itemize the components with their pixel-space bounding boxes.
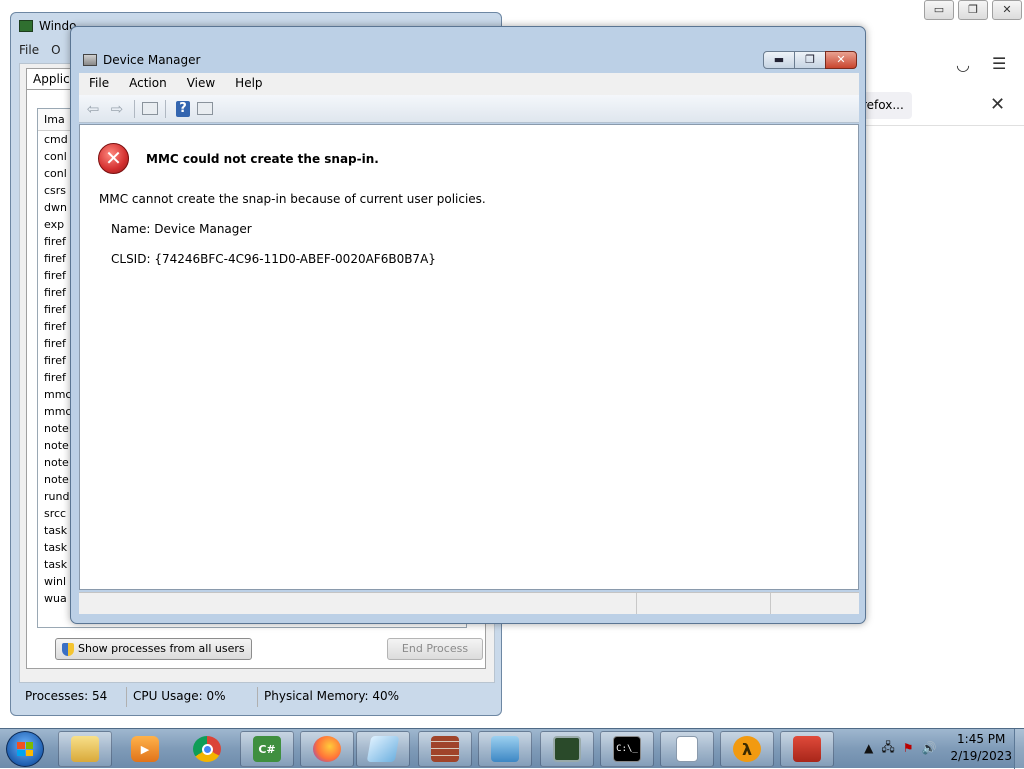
status-pane — [771, 593, 857, 614]
maximize-button[interactable]: ❐ — [794, 51, 826, 69]
control-panel-icon — [491, 736, 519, 762]
taskbar-media-player[interactable]: ▶ — [118, 731, 172, 767]
network-icon[interactable]: 🖧 — [881, 738, 894, 759]
action-pane-icon[interactable] — [197, 102, 213, 115]
clock-time: 1:45 PM — [957, 732, 1006, 746]
firefox-divider — [866, 125, 1024, 126]
error-clsid: CLSID: {74246BFC-4C96-11D0-ABEF-0020AF6B… — [111, 252, 436, 266]
taskbar-explorer[interactable] — [58, 731, 112, 767]
start-button[interactable] — [6, 731, 44, 767]
uac-shield-icon — [62, 642, 74, 656]
task-manager-statusbar: Processes: 54 CPU Usage: 0% Physical Mem… — [19, 687, 495, 707]
menu-file[interactable]: File — [79, 73, 119, 95]
task-manager-title: Windo — [19, 19, 77, 33]
show-desktop-button[interactable] — [1014, 729, 1024, 769]
status-cpu: CPU Usage: 0% — [127, 687, 258, 707]
error-content-pane: ✕ MMC could not create the snap-in. MMC … — [79, 124, 859, 590]
show-all-processes-button[interactable]: Show processes from all users — [55, 638, 252, 660]
device-manager-menubar: File Action View Help — [79, 73, 859, 95]
pocket-icon[interactable]: ◡ — [956, 55, 970, 74]
status-memory: Physical Memory: 40% — [264, 689, 400, 703]
toolbar-separator — [134, 99, 135, 118]
firefox-window-controls: ▭ ❐ ✕ — [924, 0, 1022, 20]
taskbar-firefox[interactable] — [300, 731, 354, 767]
notepad-icon — [366, 736, 400, 762]
command-prompt-icon: C:\_ — [613, 736, 641, 762]
error-icon: ✕ — [98, 143, 129, 174]
taskbar-toolbox[interactable] — [780, 731, 834, 767]
chrome-icon — [193, 736, 221, 762]
document-icon — [676, 736, 698, 762]
task-manager-icon — [19, 20, 33, 32]
status-pane — [79, 593, 637, 614]
clock-date: 2/19/2023 — [950, 749, 1012, 763]
status-pane — [637, 593, 771, 614]
caption-buttons: ▬ ❐ ✕ — [763, 51, 857, 69]
taskbar: ▶ C# C:\_ λ ▲ 🖧 ⚑ 🔊 1:45 PM 2/19/2023 — [0, 728, 1024, 769]
taskbar-document[interactable] — [660, 731, 714, 767]
menu-view[interactable]: View — [177, 73, 225, 95]
windows-logo-icon — [17, 742, 33, 756]
firefox-icon — [313, 736, 341, 762]
error-message: MMC cannot create the snap-in because of… — [99, 192, 486, 206]
system-tray: ▲ 🖧 ⚑ 🔊 1:45 PM 2/19/2023 — [864, 731, 1012, 765]
task-manager-icon — [553, 736, 581, 762]
close-button[interactable]: ✕ — [825, 51, 857, 69]
taskbar-chrome[interactable] — [180, 731, 234, 767]
action-center-icon[interactable]: ⚑ — [903, 741, 914, 755]
menu-help[interactable]: Help — [225, 73, 272, 95]
tm-menu-options[interactable]: O — [51, 43, 60, 57]
folder-icon — [71, 736, 99, 762]
status-processes: Processes: 54 — [19, 687, 127, 707]
volume-icon[interactable]: 🔊 — [922, 741, 937, 755]
taskbar-control-panel[interactable] — [478, 731, 532, 767]
device-manager-statusbar — [79, 592, 859, 614]
taskbar-notepad[interactable] — [356, 731, 410, 767]
firewall-icon — [431, 736, 459, 762]
firefox-restore-button[interactable]: ❐ — [958, 0, 988, 20]
help-icon[interactable]: ? — [176, 100, 190, 117]
device-manager-titlebar: Device Manager — [83, 53, 200, 67]
menu-action[interactable]: Action — [119, 73, 177, 95]
task-manager-menubar: File O — [19, 43, 61, 57]
firefox-close-button[interactable]: ✕ — [992, 0, 1022, 20]
show-hidden-icons-icon[interactable]: ▲ — [864, 741, 873, 755]
hamburger-menu-icon[interactable]: ☰ — [992, 54, 1006, 73]
show-hide-console-tree-icon[interactable] — [142, 102, 158, 115]
taskbar-command-prompt[interactable]: C:\_ — [600, 731, 654, 767]
csharp-icon: C# — [253, 736, 281, 762]
device-manager-toolbar: ⇦ ⇨ ? — [79, 95, 859, 123]
lambda-icon: λ — [733, 736, 761, 762]
media-player-icon: ▶ — [131, 736, 159, 762]
taskbar-csharp[interactable]: C# — [240, 731, 294, 767]
taskbar-half-life[interactable]: λ — [720, 731, 774, 767]
device-manager-title: Device Manager — [103, 53, 201, 67]
minimize-button[interactable]: ▬ — [763, 51, 795, 69]
close-icon[interactable]: ✕ — [990, 94, 1005, 115]
device-manager-icon — [83, 54, 97, 66]
taskbar-task-manager[interactable] — [540, 731, 594, 767]
firefox-minimize-button[interactable]: ▭ — [924, 0, 954, 20]
toolbar-separator — [165, 99, 166, 118]
tm-menu-file[interactable]: File — [19, 43, 39, 57]
toolbox-icon — [793, 736, 821, 762]
device-manager-window: Device Manager ▬ ❐ ✕ File Action View He… — [70, 26, 866, 624]
back-arrow-icon[interactable]: ⇦ — [83, 99, 103, 119]
error-heading: MMC could not create the snap-in. — [146, 152, 379, 166]
forward-arrow-icon[interactable]: ⇨ — [107, 99, 127, 119]
error-snapin-name: Name: Device Manager — [111, 222, 252, 236]
show-all-processes-label: Show processes from all users — [78, 642, 245, 655]
taskbar-firewall[interactable] — [418, 731, 472, 767]
clock[interactable]: 1:45 PM 2/19/2023 — [950, 731, 1012, 765]
end-process-button[interactable]: End Process — [387, 638, 483, 660]
